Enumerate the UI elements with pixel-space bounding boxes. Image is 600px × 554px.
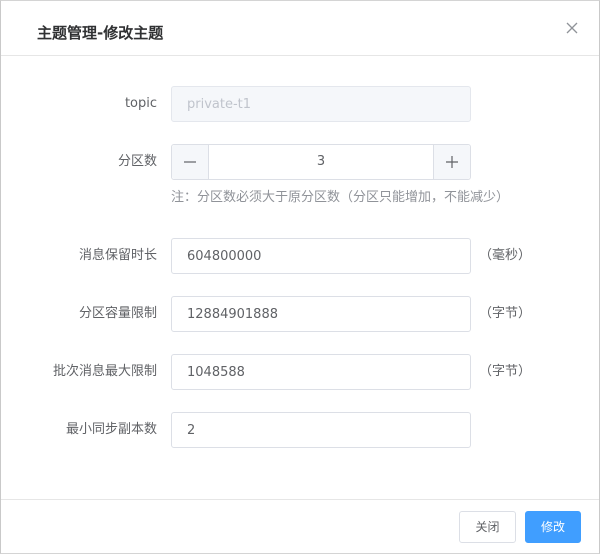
form-row-partitions: 分区数 3 <box>1 144 599 180</box>
form-row-retention: 消息保留时长 （毫秒） <box>1 238 599 274</box>
partitions-stepper: 3 <box>171 144 471 180</box>
topic-label: topic <box>124 96 157 111</box>
batch-limit-unit: （字节） <box>479 364 532 379</box>
form-row-topic: topic <box>1 86 599 122</box>
retention-unit: （毫秒） <box>479 248 532 263</box>
plus-icon <box>446 156 458 168</box>
increase-button[interactable] <box>433 145 470 179</box>
batch-limit-input[interactable] <box>171 354 471 390</box>
form-row-partition-capacity: 分区容量限制 （字节） <box>1 296 599 332</box>
min-isr-label: 最小同步副本数 <box>65 422 157 437</box>
form-row-batch-limit: 批次消息最大限制 （字节） <box>1 354 599 390</box>
edit-topic-dialog: 主题管理-修改主题 topic 分区数 3 注：分区数 <box>0 0 600 554</box>
partitions-value[interactable]: 3 <box>209 145 433 179</box>
dialog-title: 主题管理-修改主题 <box>37 24 164 42</box>
min-isr-input[interactable] <box>171 412 471 448</box>
dialog-footer: 关闭 修改 <box>1 499 599 553</box>
dialog-header: 主题管理-修改主题 <box>1 1 599 56</box>
close-icon <box>566 22 578 34</box>
retention-label: 消息保留时长 <box>78 248 157 263</box>
partitions-hint: 注：分区数必须大于原分区数（分区只能增加，不能减少） <box>171 190 510 205</box>
partition-capacity-label: 分区容量限制 <box>78 306 157 321</box>
partitions-label: 分区数 <box>117 154 157 169</box>
retention-input[interactable] <box>171 238 471 274</box>
partition-capacity-unit: （字节） <box>479 306 532 321</box>
close-dialog-button[interactable]: 关闭 <box>459 511 516 543</box>
close-button[interactable] <box>563 19 581 37</box>
decrease-button[interactable] <box>172 145 209 179</box>
batch-limit-label: 批次消息最大限制 <box>52 364 157 379</box>
submit-button[interactable]: 修改 <box>525 511 581 543</box>
minus-icon <box>184 161 196 163</box>
topic-input <box>171 86 471 122</box>
partition-capacity-input[interactable] <box>171 296 471 332</box>
form-row-min-isr: 最小同步副本数 <box>1 412 599 448</box>
